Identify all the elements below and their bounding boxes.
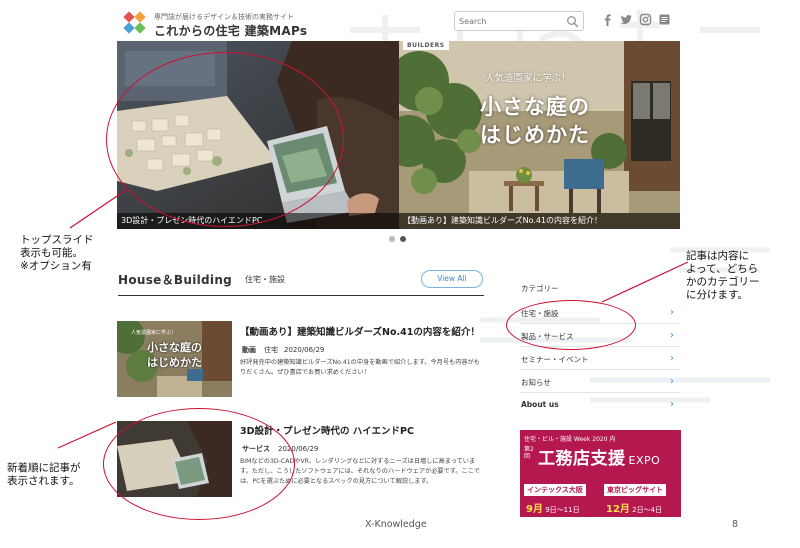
- sidebar-item-news[interactable]: お知らせ ›: [520, 371, 680, 393]
- article-date: 2020/06/29: [284, 346, 325, 354]
- expo-ad-banner[interactable]: 住宅・ビル・施設 Week 2020 内 第2回 工務店支援 EXPO インテック…: [520, 430, 681, 517]
- ad-venue-tokyo: 東京ビッグサイト: [604, 484, 666, 496]
- article-description: 好評発売中の建築知識ビルダーズNo.41の中身を動画で紹介します。今月号も内容が…: [240, 359, 480, 376]
- slider-dot-active[interactable]: [400, 236, 406, 242]
- hero-slide-garden[interactable]: BUILDERS 人気造園家に学ぶ！ 小さな庭の はじめかた 【動画あり】建築知…: [399, 41, 680, 229]
- site-logo[interactable]: 専門誌が届けるデザイン＆技術の実務サイト これからの住宅 建築MAPs: [123, 10, 324, 38]
- instagram-icon[interactable]: [639, 13, 652, 26]
- chevron-right-icon: ›: [670, 399, 674, 410]
- thumb-title-line1: 小さな庭の: [147, 341, 202, 354]
- page-number: 8: [732, 519, 739, 530]
- sidebar-item-label: お知らせ: [521, 378, 551, 387]
- annotation-category: 記事は内容に よって、どちら かのカテゴリー に分けます。: [686, 250, 760, 301]
- sidebar-heading: カテゴリー: [521, 284, 559, 293]
- divider: [520, 392, 680, 393]
- ad-top-line: 住宅・ビル・施設 Week 2020 内: [524, 436, 616, 443]
- sidebar-item-seminars[interactable]: セミナー・イベント ›: [520, 348, 680, 370]
- sidebar-item-about[interactable]: About us ›: [520, 394, 680, 416]
- hero-slide-title-line2: はじめかた: [480, 123, 590, 147]
- chevron-right-icon: ›: [670, 307, 674, 318]
- article-subcategory[interactable]: 住宅: [264, 346, 278, 354]
- thumb-title-line2: はじめかた: [147, 356, 202, 369]
- annotation-new-order: 新着順に記事が 表示されます。: [7, 462, 81, 487]
- thumb-kicker: 人気造園家に学ぶ！: [131, 330, 177, 336]
- annotation-ellipse-category: [506, 300, 636, 350]
- sidebar-item-label: セミナー・イベント: [521, 355, 589, 364]
- article-category[interactable]: 動画: [242, 346, 256, 354]
- annotation-ellipse-articles: [103, 408, 295, 520]
- ad-date-osaka: 9月 9日〜11日: [526, 504, 580, 515]
- ad-title: 工務店支援 EXPO: [538, 449, 661, 469]
- search-box: [454, 11, 584, 31]
- hero-slide-caption: 【動画あり】建築知識ビルダーズNo.41の内容を紹介！: [399, 213, 680, 229]
- annotation-top-slide: トップスライド 表示も可能。 ※オプション有: [20, 234, 94, 272]
- article-title[interactable]: 【動画あり】建築知識ビルダーズNo.41の内容を紹介！: [240, 324, 480, 338]
- ad-edition: 第2回: [524, 446, 534, 460]
- chevron-right-icon: ›: [670, 330, 674, 341]
- logo-name: これからの住宅 建築MAPs: [154, 24, 308, 38]
- twitter-icon[interactable]: [620, 13, 633, 26]
- feed-icon[interactable]: [658, 13, 671, 26]
- search-input[interactable]: [459, 14, 559, 29]
- divider: [520, 369, 680, 370]
- ad-date-tokyo: 12月 2日〜4日: [606, 504, 663, 515]
- slider-dot[interactable]: [389, 236, 395, 242]
- article-thumbnail[interactable]: 人気造園家に学ぶ！ 小さな庭の はじめかた: [117, 321, 232, 397]
- ad-venue-osaka: インテックス大阪: [524, 484, 586, 496]
- logo-mark-icon: [123, 11, 146, 34]
- footer-publisher: X-Knowledge: [365, 519, 427, 530]
- article-meta: 動画 住宅 2020/06/29: [242, 345, 324, 355]
- logo-tagline: 専門誌が届けるデザイン＆技術の実務サイト: [154, 13, 294, 21]
- section-subtitle: 住宅・施設: [245, 275, 285, 284]
- builders-badge: BUILDERS: [403, 41, 449, 50]
- hero-slide-title-line1: 小さな庭の: [480, 95, 590, 119]
- section-title: House＆Building: [118, 273, 233, 287]
- view-all-button[interactable]: View All: [421, 270, 483, 288]
- hero-slide-kicker: 人気造園家に学ぶ！: [485, 73, 571, 84]
- facebook-icon[interactable]: [601, 13, 614, 26]
- chevron-right-icon: ›: [670, 376, 674, 387]
- sidebar-item-label: About us: [521, 400, 559, 409]
- annotation-ellipse-hero: [106, 52, 344, 227]
- search-icon[interactable]: [566, 15, 579, 28]
- chevron-right-icon: ›: [670, 353, 674, 364]
- section-divider: [118, 295, 484, 296]
